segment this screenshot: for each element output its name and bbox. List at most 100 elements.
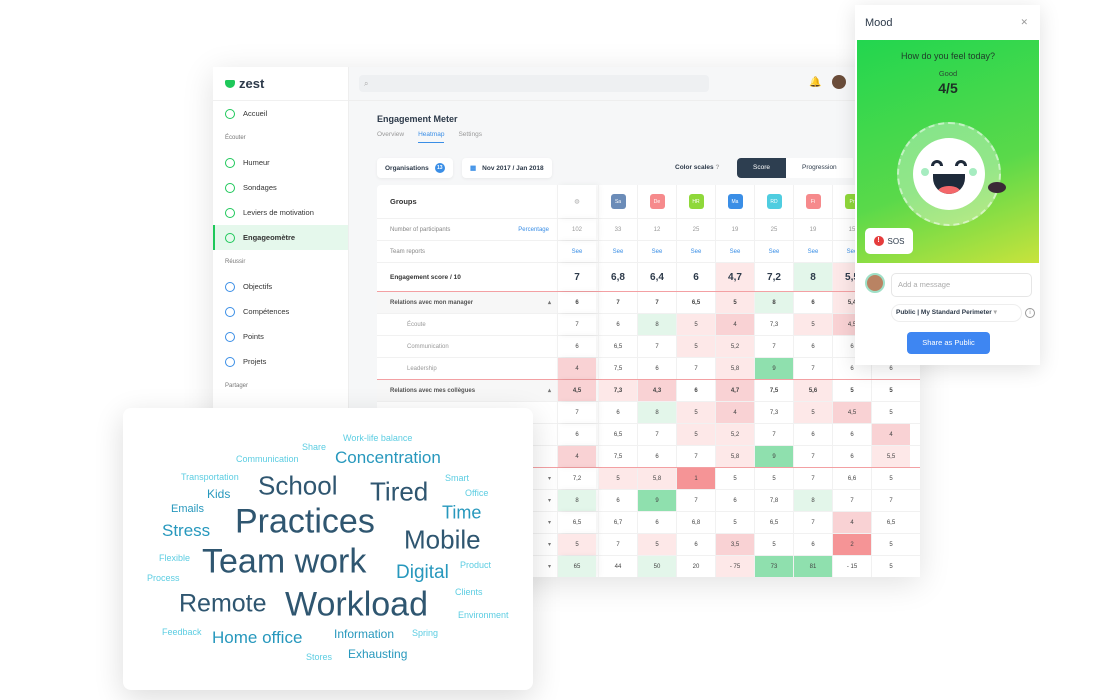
color-scale-toggle: Score Progression bbox=[737, 158, 853, 178]
label: Réussir bbox=[225, 259, 246, 265]
heatmap-cell: - 75 bbox=[715, 556, 754, 577]
expand-icon[interactable]: ▾ bbox=[548, 541, 551, 548]
mood-question: How do you feel today? bbox=[900, 51, 996, 61]
expand-icon[interactable]: ▾ bbox=[548, 497, 551, 504]
sidebar-item[interactable]: Projets bbox=[213, 349, 348, 374]
heatmap-cell: 6,5 bbox=[557, 512, 596, 533]
heatmap-cell: 4 bbox=[557, 446, 596, 467]
heatmap-cell: 5,8 bbox=[715, 358, 754, 379]
group-tag[interactable]: HR bbox=[688, 194, 704, 209]
nav-icon bbox=[225, 182, 235, 193]
zest-logo[interactable]: zest bbox=[213, 67, 348, 101]
heatmap-cell: 7,3 bbox=[754, 314, 793, 335]
sidebar-item[interactable]: Compétences bbox=[213, 299, 348, 324]
word-cloud-term: Workload bbox=[285, 585, 428, 624]
see-link[interactable]: See bbox=[715, 241, 754, 262]
mood-dial[interactable] bbox=[897, 122, 1001, 226]
participants-cell: 19 bbox=[793, 219, 832, 240]
search-input[interactable]: ⌕ bbox=[359, 75, 709, 92]
word-cloud-term: Remote bbox=[179, 589, 267, 618]
heatmap-cell: 6,5 bbox=[676, 292, 715, 313]
column-header: De bbox=[637, 185, 676, 218]
row-label: Groups bbox=[390, 197, 417, 206]
see-link[interactable]: See bbox=[598, 241, 637, 262]
see-link[interactable]: See bbox=[754, 241, 793, 262]
group-tag[interactable]: RD bbox=[766, 194, 782, 209]
group-tag[interactable]: Ma bbox=[727, 194, 743, 209]
help-icon[interactable]: ? bbox=[715, 164, 719, 171]
dial-handle[interactable] bbox=[988, 182, 1006, 193]
date-range-picker[interactable]: ▦ Nov 2017 / Jan 2018 bbox=[462, 158, 552, 178]
heatmap-cell: 6,5 bbox=[754, 512, 793, 533]
organisations-filter[interactable]: Organisations 13 bbox=[377, 158, 453, 178]
row-label: Engagement score / 10 bbox=[390, 273, 461, 281]
label: Objectifs bbox=[243, 282, 273, 291]
see-link[interactable]: See bbox=[676, 241, 715, 262]
sidebar-item[interactable]: Sondages bbox=[213, 175, 348, 200]
heatmap-cell: 4 bbox=[832, 512, 871, 533]
scale-progression-button[interactable]: Progression bbox=[785, 158, 853, 178]
heatmap-cell: 3,5 bbox=[715, 534, 754, 555]
user-avatar[interactable] bbox=[832, 75, 846, 89]
percentage-link[interactable]: Percentage bbox=[518, 227, 549, 233]
group-tag[interactable]: De bbox=[649, 194, 665, 209]
word-cloud-term: Office bbox=[465, 488, 489, 498]
visibility-select[interactable]: Public | My Standard Perimeter ▾ bbox=[891, 304, 1022, 322]
heatmap-cell: 6 bbox=[793, 336, 832, 357]
tab-heatmap[interactable]: Heatmap bbox=[418, 131, 445, 143]
tab-overview[interactable]: Overview bbox=[377, 131, 404, 143]
word-cloud-term: Spring bbox=[412, 628, 439, 638]
sidebar-item[interactable]: Points bbox=[213, 324, 348, 349]
sidebar-item[interactable]: Accueil bbox=[213, 101, 348, 126]
heatmap-cell: 6,7 bbox=[598, 512, 637, 533]
message-input[interactable]: Add a message bbox=[891, 273, 1032, 297]
heatmap-cell: 5,8 bbox=[715, 446, 754, 467]
heatmap-cell: 5 bbox=[754, 468, 793, 489]
heatmap-cell: 6 bbox=[557, 292, 596, 313]
heatmap-cell: 7 bbox=[676, 358, 715, 379]
share-public-button[interactable]: Share as Public bbox=[907, 332, 990, 354]
heatmap-cell: 5 bbox=[598, 468, 637, 489]
heatmap-cell: 6 bbox=[598, 402, 637, 423]
collapse-icon[interactable]: ▴ bbox=[548, 299, 551, 306]
mood-label: Good bbox=[938, 69, 958, 78]
page-title: Engagement Meter bbox=[377, 114, 458, 124]
see-link[interactable]: See bbox=[557, 241, 596, 262]
word-cloud-term: Information bbox=[334, 627, 395, 641]
group-tag[interactable]: Sa bbox=[610, 194, 626, 209]
sidebar-item[interactable]: Objectifs bbox=[213, 274, 348, 299]
tab-settings[interactable]: Settings bbox=[458, 131, 482, 143]
table-row: Groups ◍ Sa De HR Ma RD Fi Pr bbox=[377, 185, 920, 219]
sidebar-item[interactable]: Humeur bbox=[213, 150, 348, 175]
expand-icon[interactable]: ▾ bbox=[548, 519, 551, 526]
group-tag[interactable]: Fi bbox=[805, 194, 821, 209]
sidebar-item[interactable]: Engageomètre bbox=[213, 225, 348, 250]
scale-score-button[interactable]: Score bbox=[737, 158, 786, 178]
expand-icon[interactable]: ▾ bbox=[548, 475, 551, 482]
nav-icon bbox=[225, 331, 235, 342]
see-link[interactable]: See bbox=[793, 241, 832, 262]
globe-icon: ◍ bbox=[557, 185, 596, 218]
close-icon[interactable]: ✕ bbox=[1020, 17, 1028, 28]
heatmap-cell: 7 bbox=[557, 314, 596, 335]
heatmap-cell: 7 bbox=[832, 490, 871, 511]
heatmap-cell: 5 bbox=[676, 424, 715, 445]
heatmap-cell: 6 bbox=[557, 424, 596, 445]
mood-panel: Mood ✕ How do you feel today? Good 4/5 ! S… bbox=[855, 5, 1040, 365]
row-label: Number of participants Percentage bbox=[390, 226, 549, 233]
bell-icon[interactable]: 🔔 bbox=[809, 77, 821, 88]
word-cloud-term: Stress bbox=[162, 521, 211, 540]
nav-icon bbox=[225, 232, 235, 243]
expand-icon[interactable]: ▾ bbox=[548, 563, 551, 570]
heatmap-cell: 7 bbox=[676, 446, 715, 467]
info-icon[interactable]: i bbox=[1025, 308, 1035, 318]
collapse-icon[interactable]: ▴ bbox=[548, 387, 551, 394]
heatmap-cell: 5 bbox=[715, 468, 754, 489]
heatmap-cell: 7 bbox=[676, 490, 715, 511]
sidebar-item[interactable]: Leviers de motivation bbox=[213, 200, 348, 225]
mood-title: Mood bbox=[865, 16, 893, 29]
sos-button[interactable]: ! SOS bbox=[865, 228, 913, 254]
org-count-badge: 13 bbox=[434, 163, 445, 173]
see-link[interactable]: See bbox=[637, 241, 676, 262]
heatmap-cell: 6 bbox=[832, 424, 871, 445]
